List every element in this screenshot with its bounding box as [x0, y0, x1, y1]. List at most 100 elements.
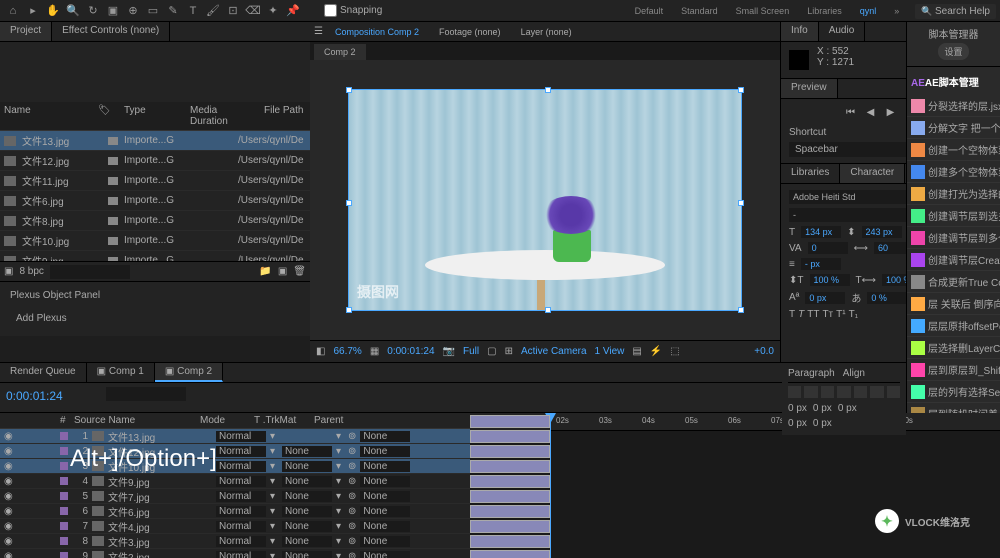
layer-bar[interactable] [470, 505, 550, 518]
snapping-checkbox[interactable] [324, 4, 337, 17]
footage-tab[interactable]: Footage (none) [431, 24, 509, 40]
layer-bar[interactable] [470, 460, 550, 473]
col-name[interactable]: Name [4, 105, 84, 127]
project-search[interactable] [50, 265, 130, 279]
zoom-tool-icon[interactable]: 🔍 [64, 2, 82, 20]
parent-pick-icon[interactable]: ⊚ [348, 491, 356, 502]
indent-right[interactable]: 0 px [813, 403, 832, 414]
prev-frame-icon[interactable]: ◀ [863, 107, 879, 121]
track-matte[interactable]: None [282, 491, 332, 502]
puppet-tool-icon[interactable]: 📌 [284, 2, 302, 20]
workspace-more-icon[interactable]: » [886, 4, 907, 18]
script-item[interactable]: 合成更新True Comp Du [907, 271, 1000, 293]
alpha-icon[interactable]: ◧ [316, 346, 325, 357]
viewer-time[interactable]: 0:00:01:24 [387, 346, 434, 357]
track-matte[interactable]: None [282, 461, 332, 472]
script-item[interactable]: 层 关联后 倒序向右排列 [907, 293, 1000, 315]
track-matte[interactable]: None [282, 551, 332, 558]
timeline-layer[interactable]: ◉6文件6.jpgNormal▾None▾⊚None [0, 504, 470, 519]
project-tab[interactable]: Project [0, 22, 52, 41]
italic-icon[interactable]: T [798, 309, 804, 320]
blend-mode[interactable]: Normal [216, 551, 266, 558]
project-item[interactable]: 文件8.jpgImporte...G/Users/qynl/De [0, 211, 310, 231]
new-comp-btn-icon[interactable]: ▣ [278, 266, 287, 277]
parent-select[interactable]: None [360, 521, 410, 532]
hand-tool-icon[interactable]: ✋ [44, 2, 62, 20]
layer-bar[interactable] [470, 535, 550, 548]
brush-tool-icon[interactable]: 🖌 [204, 2, 222, 20]
col-path[interactable]: File Path [264, 105, 303, 127]
parent-pick-icon[interactable]: ⊚ [348, 431, 356, 442]
visibility-icon[interactable]: ◉ [4, 476, 14, 486]
rotate-tool-icon[interactable]: ↻ [84, 2, 102, 20]
col-trkmat[interactable]: T .TrkMat [254, 415, 314, 426]
col-type[interactable]: Type [124, 105, 176, 127]
timeline-search[interactable] [106, 387, 186, 401]
parent-select[interactable]: None [360, 551, 410, 558]
script-item[interactable]: 创建调节层到多个Create [907, 227, 1000, 249]
script-item[interactable]: 层选择删LayerCont [907, 337, 1000, 359]
layer-bar[interactable] [470, 475, 550, 488]
stroke-width[interactable] [801, 258, 841, 270]
grid-icon[interactable]: ⊞ [505, 346, 513, 357]
script-item[interactable]: 创建打光为选择的三维层 [907, 183, 1000, 205]
baseline[interactable] [805, 292, 845, 304]
parent-pick-icon[interactable]: ⊚ [348, 521, 356, 532]
new-comp-icon[interactable]: ▣ [4, 266, 13, 277]
selection-tool-icon[interactable]: ▸ [24, 2, 42, 20]
col-duration[interactable]: Media Duration [190, 105, 250, 127]
view-layout[interactable]: 1 View [595, 346, 625, 357]
libraries-tab[interactable]: Libraries [781, 164, 840, 183]
visibility-icon[interactable]: ◉ [4, 551, 14, 558]
project-item[interactable]: 文件6.jpgImporte...G/Users/qynl/De [0, 191, 310, 211]
fast-preview-icon[interactable]: ⚡ [650, 346, 662, 357]
script-item[interactable]: 创建调节层到选多个Create [907, 205, 1000, 227]
justify-left-icon[interactable] [837, 386, 850, 398]
space-before[interactable]: 0 px [788, 418, 807, 429]
visibility-icon[interactable]: ◉ [4, 446, 14, 456]
space-after[interactable]: 0 px [813, 418, 832, 429]
parent-pick-icon[interactable]: ⊚ [348, 476, 356, 487]
font-size[interactable] [801, 226, 841, 238]
script-item[interactable]: 层到原层到_ShiftLayers [907, 359, 1000, 381]
superscript-icon[interactable]: T¹ [836, 309, 845, 320]
playhead[interactable] [550, 413, 551, 558]
character-tab[interactable]: Character [840, 164, 905, 183]
zoom-level[interactable]: 66.7% [333, 346, 361, 357]
kerning[interactable] [808, 242, 848, 254]
parent-select[interactable]: None [360, 476, 410, 487]
allcaps-icon[interactable]: TT [807, 309, 819, 320]
shape-tool-icon[interactable]: ▭ [144, 2, 162, 20]
audio-tab[interactable]: Audio [819, 22, 866, 41]
parent-select[interactable]: None [360, 461, 410, 472]
parent-select[interactable]: None [360, 491, 410, 502]
layer-bar[interactable] [470, 415, 550, 428]
resolution[interactable]: Full [463, 346, 479, 357]
visibility-icon[interactable]: ◉ [4, 506, 14, 516]
track-matte[interactable]: None [282, 446, 332, 457]
pen-tool-icon[interactable]: ✎ [164, 2, 182, 20]
col-mode[interactable]: Mode [200, 415, 254, 426]
align-right-icon[interactable] [821, 386, 834, 398]
parent-pick-icon[interactable]: ⊚ [348, 536, 356, 547]
res-half-icon[interactable]: ▦ [370, 346, 379, 357]
blend-mode[interactable]: Normal [216, 446, 266, 457]
workspace-libraries[interactable]: Libraries [799, 4, 850, 18]
camera-select[interactable]: Active Camera [521, 346, 587, 357]
smallcaps-icon[interactable]: Tᴛ [822, 309, 833, 320]
script-item[interactable]: 分裂选择的层.jsxbin [907, 95, 1000, 117]
info-tab[interactable]: Info [781, 22, 819, 41]
blend-mode[interactable]: Normal [216, 506, 266, 517]
indent-first[interactable]: 0 px [838, 403, 857, 414]
render-queue-tab[interactable]: Render Queue [0, 363, 87, 382]
track-matte[interactable]: None [282, 506, 332, 517]
new-folder-icon[interactable]: 📁 [259, 266, 271, 277]
preview-tab[interactable]: Preview [781, 79, 838, 98]
3d-icon[interactable]: ⬚ [670, 346, 679, 357]
visibility-icon[interactable]: ◉ [4, 491, 14, 501]
parent-select[interactable]: None [360, 431, 410, 442]
justify-center-icon[interactable] [854, 386, 867, 398]
script-settings-btn[interactable]: 设置 [938, 43, 968, 60]
trash-icon[interactable]: 🗑 [293, 266, 306, 277]
timeline-layer[interactable]: ◉7文件4.jpgNormal▾None▾⊚None [0, 519, 470, 534]
